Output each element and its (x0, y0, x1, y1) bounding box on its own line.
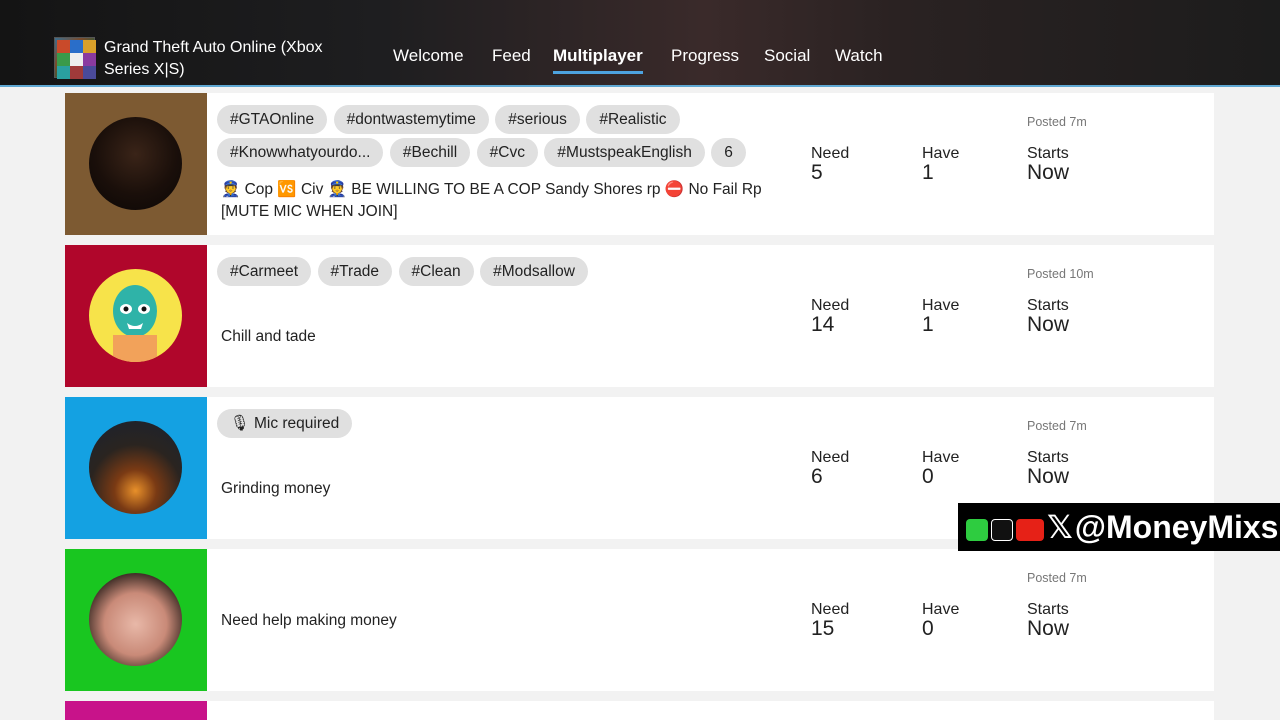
starts-value: Now (1027, 161, 1070, 184)
post-thumbnail (65, 245, 207, 387)
tag-chip[interactable]: #Bechill (389, 138, 471, 167)
starts-stat: Starts Now (1027, 601, 1070, 640)
post-description: 👮 Cop 🆚 Civ 👮 BE WILLING TO BE A COP San… (221, 181, 762, 220)
game-icon[interactable] (54, 37, 96, 79)
lfg-post-card[interactable]: Need help making money Posted 7m Need 15 … (65, 549, 1214, 691)
need-stat: Need 6 (811, 449, 850, 488)
tab-watch[interactable]: Watch (835, 46, 883, 66)
have-stat: Have 1 (922, 145, 960, 184)
starts-stat: Starts Now (1027, 145, 1070, 184)
starts-value: Now (1027, 617, 1070, 640)
post-thumbnail (65, 549, 207, 691)
tab-social[interactable]: Social (764, 46, 810, 66)
user-avatar (89, 269, 182, 362)
posted-time: Posted 7m (1027, 115, 1087, 129)
post-description: Chill and tade (221, 328, 316, 345)
lfg-post-card[interactable]: #GTAOnline #dontwastemytime #serious #Re… (65, 93, 1214, 235)
kick-icon (966, 518, 988, 541)
tag-list: #Carmeet #Trade #Clean #Modsallow (217, 257, 787, 290)
tiktok-icon (991, 518, 1013, 541)
lfg-post-card[interactable] (65, 701, 1214, 720)
user-avatar (89, 421, 182, 514)
lfg-post-card[interactable]: #Carmeet #Trade #Clean #Modsallow Chill … (65, 245, 1214, 387)
post-thumbnail (65, 397, 207, 539)
game-title: Grand Theft Auto Online (Xbox Series X|S… (104, 39, 323, 78)
tag-list: #GTAOnline #dontwastemytime #serious #Re… (217, 105, 787, 171)
tag-chip[interactable]: #Knowwhatyourdo... (217, 138, 384, 167)
have-value: 0 (922, 617, 934, 640)
tag-chip[interactable]: #Modsallow (480, 257, 588, 286)
tag-chip[interactable]: #Realistic (586, 105, 680, 134)
post-description: Need help making money (221, 612, 397, 629)
tab-progress[interactable]: Progress (671, 46, 739, 66)
posted-time: Posted 10m (1027, 267, 1094, 281)
youtube-icon (1016, 518, 1044, 541)
have-value: 0 (922, 465, 934, 488)
watermark-overlay: 𝕏@MoneyMixs (958, 503, 1280, 551)
need-value: 6 (811, 465, 823, 488)
have-stat: Have 0 (922, 449, 960, 488)
have-stat: Have 1 (922, 297, 960, 336)
watermark-handle: @MoneyMixs (1074, 509, 1279, 545)
tag-chip[interactable]: #Trade (317, 257, 393, 286)
mic-required-chip[interactable]: 🎙 Mic required (217, 409, 353, 438)
tag-chip[interactable]: #Cvc (476, 138, 538, 167)
user-avatar (89, 117, 182, 210)
need-value: 15 (811, 617, 835, 640)
tab-multiplayer[interactable]: Multiplayer (553, 46, 643, 74)
post-thumbnail (65, 701, 207, 720)
have-value: 1 (922, 313, 934, 336)
tag-chip[interactable]: #Carmeet (217, 257, 312, 286)
more-tags-count[interactable]: 6 (711, 138, 746, 167)
tag-chip[interactable]: #Clean (398, 257, 474, 286)
starts-value: Now (1027, 313, 1070, 336)
tag-chip[interactable]: #GTAOnline (217, 105, 328, 134)
need-value: 14 (811, 313, 835, 336)
need-stat: Need 14 (811, 297, 850, 336)
starts-stat: Starts Now (1027, 297, 1070, 336)
starts-value: Now (1027, 465, 1070, 488)
posted-time: Posted 7m (1027, 571, 1087, 585)
posted-time: Posted 7m (1027, 419, 1087, 433)
have-value: 1 (922, 161, 934, 184)
user-avatar (89, 573, 182, 666)
need-stat: Need 5 (811, 145, 850, 184)
tab-welcome[interactable]: Welcome (393, 46, 464, 66)
x-icon: 𝕏 (1047, 509, 1073, 545)
app-header: Grand Theft Auto Online (Xbox Series X|S… (0, 0, 1280, 87)
tag-list: 🎙 Mic required (217, 409, 787, 442)
post-description: Grinding money (221, 480, 331, 497)
have-stat: Have 0 (922, 601, 960, 640)
need-value: 5 (811, 161, 823, 184)
tag-chip[interactable]: #serious (495, 105, 580, 134)
need-stat: Need 15 (811, 601, 850, 640)
tab-feed[interactable]: Feed (492, 46, 531, 66)
tag-chip[interactable]: #dontwastemytime (333, 105, 489, 134)
post-thumbnail (65, 93, 207, 235)
starts-stat: Starts Now (1027, 449, 1070, 488)
tag-chip[interactable]: #MustspeakEnglish (544, 138, 705, 167)
